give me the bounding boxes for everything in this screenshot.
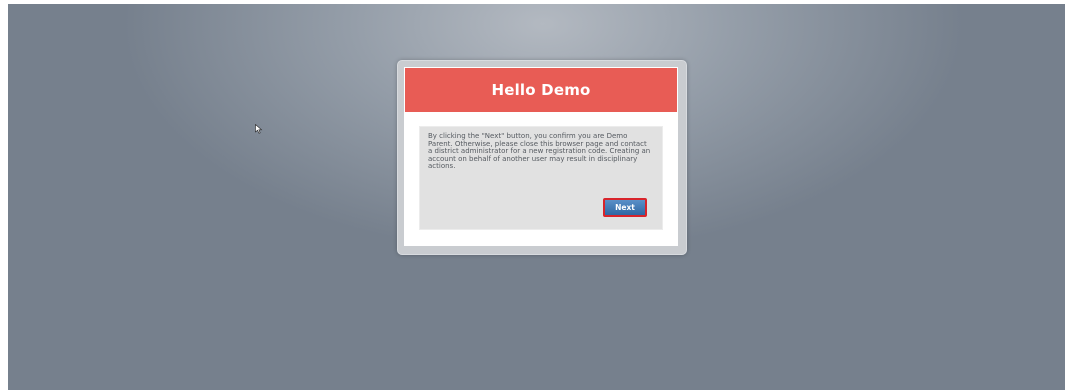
page-background: Hello Demo By clicking the "Next" button… — [8, 4, 1065, 390]
dialog-message: By clicking the "Next" button, you confi… — [428, 132, 651, 171]
dialog-header: Hello Demo — [405, 68, 677, 112]
confirm-dialog: Hello Demo By clicking the "Next" button… — [404, 67, 678, 246]
mouse-pointer-icon — [255, 124, 263, 134]
dialog-frame: Hello Demo By clicking the "Next" button… — [397, 60, 687, 255]
next-button[interactable]: Next — [603, 198, 647, 217]
dialog-title: Hello Demo — [491, 81, 591, 99]
dialog-body: By clicking the "Next" button, you confi… — [419, 126, 663, 230]
